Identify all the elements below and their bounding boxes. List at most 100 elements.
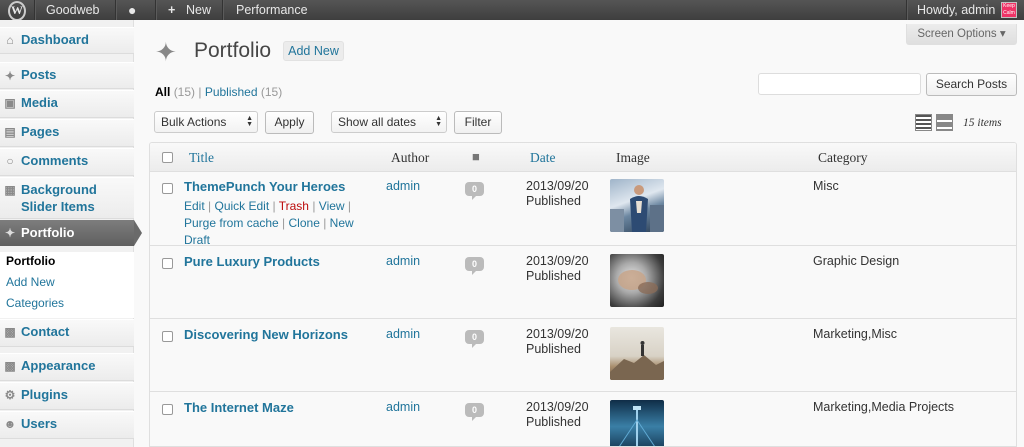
sidebar-item-portfolio[interactable]: ✦ Portfolio <box>0 220 142 246</box>
trash-link[interactable]: Trash <box>279 199 309 213</box>
post-date: 2013/09/20 Published <box>526 400 589 429</box>
sidebar-item-plugins[interactable]: ⚙ Plugins <box>0 382 134 410</box>
post-date: 2013/09/20 Published <box>526 327 589 356</box>
column-date[interactable]: Date <box>530 150 555 166</box>
submenu-item-add-new[interactable]: Add New <box>6 275 55 289</box>
excerpt-view-icon[interactable] <box>936 114 953 131</box>
quick-edit-link[interactable]: Quick Edit <box>214 199 269 213</box>
post-date: 2013/09/20 Published <box>526 179 589 208</box>
search-posts-button[interactable]: Search Posts <box>926 73 1017 96</box>
performance-link[interactable]: Performance <box>236 0 308 20</box>
search-input[interactable] <box>758 73 921 95</box>
media-icon: ▣ <box>4 96 16 110</box>
apply-button[interactable]: Apply <box>265 111 314 134</box>
sidebar-item-background-slider-items[interactable]: ▦ Background Slider Items <box>0 177 134 219</box>
edit-link[interactable]: Edit <box>184 199 205 213</box>
comment-count-icon[interactable]: 0 <box>465 403 484 421</box>
purge-cache-link[interactable]: Purge from cache <box>184 216 279 230</box>
sidebar-item-pages[interactable]: ▤ Pages <box>0 119 134 147</box>
table-row: Discovering New Horizons admin 0 2013/09… <box>150 320 1016 392</box>
sidebar-item-media[interactable]: ▣ Media <box>0 90 134 118</box>
pin-icon: ✦ <box>155 37 177 67</box>
admin-bar-divider <box>155 0 156 20</box>
row-checkbox[interactable] <box>162 258 173 269</box>
portfolio-submenu: Portfolio Add New Categories <box>0 252 134 318</box>
filter-all-link[interactable]: All <box>155 85 170 99</box>
post-category: Misc <box>813 179 839 193</box>
sidebar-item-contact[interactable]: ▩ Contact <box>0 319 134 347</box>
bulk-actions-select[interactable]: Bulk Actions ▲ ▼ <box>154 111 258 133</box>
sidebar-item-appearance[interactable]: ▩ Appearance <box>0 353 134 381</box>
page-title: Portfolio <box>194 39 272 62</box>
sidebar-item-dashboard[interactable]: ⌂ Dashboard <box>0 27 134 54</box>
view-link[interactable]: View <box>319 199 345 213</box>
post-category: Marketing,Misc <box>813 327 898 341</box>
column-title[interactable]: Title <box>189 150 214 166</box>
post-date: 2013/09/20 Published <box>526 254 589 283</box>
select-arrows-icon: ▲ ▼ <box>435 115 442 128</box>
admin-sidebar: ⌂ Dashboard ✦ Posts ▣ Media ▤ Pages ○ Co… <box>0 20 142 447</box>
comment-count-icon[interactable]: 0 <box>465 182 484 200</box>
author-link[interactable]: admin <box>386 179 420 193</box>
filter-button[interactable]: Filter <box>454 111 502 134</box>
author-link[interactable]: admin <box>386 327 420 341</box>
status-filter-links: All (15) | Published (15) <box>155 85 282 99</box>
appearance-icon: ▩ <box>4 359 16 373</box>
column-author: Author <box>391 150 430 165</box>
sidebar-item-comments[interactable]: ○ Comments <box>0 148 134 176</box>
submenu-item-categories[interactable]: Categories <box>6 296 64 310</box>
post-status: Published <box>526 415 581 429</box>
post-title-link[interactable]: The Internet Maze <box>184 400 294 415</box>
column-image: Image <box>616 150 650 165</box>
row-checkbox[interactable] <box>162 331 173 342</box>
add-new-button[interactable]: Add New <box>283 41 344 61</box>
wordpress-logo-icon[interactable]: W <box>8 1 26 21</box>
howdy-account-link[interactable]: Howdy, admin <box>917 0 995 20</box>
filter-published-link[interactable]: Published <box>205 85 258 99</box>
author-link[interactable]: admin <box>386 254 420 268</box>
new-content-link[interactable]: New <box>186 0 211 20</box>
post-category: Marketing,Media Projects <box>813 400 955 414</box>
submenu-item-portfolio[interactable]: Portfolio <box>6 254 55 268</box>
dashboard-icon: ⌂ <box>6 33 14 47</box>
pin-icon: ✦ <box>4 69 16 83</box>
portfolio-thumbnail <box>610 179 664 232</box>
row-checkbox[interactable] <box>162 404 173 415</box>
plus-icon[interactable]: + <box>168 0 175 20</box>
avatar[interactable]: Keep Calm <box>1001 2 1017 18</box>
main-content: Screen Options ▾ ✦ Portfolio Add New All… <box>135 20 1024 447</box>
admin-bar-divider <box>222 0 223 20</box>
post-title-link[interactable]: Pure Luxury Products <box>184 254 320 269</box>
contact-icon: ▩ <box>4 325 16 339</box>
sidebar-item-posts[interactable]: ✦ Posts <box>0 62 134 89</box>
row-checkbox[interactable] <box>162 183 173 194</box>
table-row: ThemePunch Your Heroes Edit | Quick Edit… <box>150 172 1016 247</box>
post-status: Published <box>526 269 581 283</box>
slider-icon: ▦ <box>4 183 16 197</box>
date-filter-select[interactable]: Show all dates ▲ ▼ <box>331 111 447 133</box>
sidebar-item-users[interactable]: ☻ Users <box>0 411 134 439</box>
portfolio-thumbnail <box>610 327 664 380</box>
comments-column-icon[interactable]: ■ <box>472 149 480 165</box>
clone-link[interactable]: Clone <box>289 216 320 230</box>
list-view-icon[interactable] <box>915 114 932 131</box>
luxury-product-image <box>618 270 658 294</box>
plugins-icon: ⚙ <box>4 388 16 402</box>
admin-bar: W Goodweb ● + New Performance Howdy, adm… <box>0 0 1024 21</box>
post-title-link[interactable]: ThemePunch Your Heroes <box>184 179 345 194</box>
table-header: Title Author ■ Date Image Category <box>150 143 1016 172</box>
comment-count-icon[interactable]: 0 <box>465 330 484 348</box>
post-status: Published <box>526 342 581 356</box>
post-title-link[interactable]: Discovering New Horizons <box>184 327 348 342</box>
author-link[interactable]: admin <box>386 400 420 414</box>
posts-table: Title Author ■ Date Image Category Theme… <box>149 142 1017 447</box>
comment-count-icon[interactable]: 0 <box>465 257 484 275</box>
pages-icon: ▤ <box>4 125 16 139</box>
select-all-checkbox[interactable] <box>162 152 173 163</box>
admin-bar-divider <box>115 0 116 20</box>
site-name-link[interactable]: Goodweb <box>46 0 100 20</box>
table-row: The Internet Maze admin 0 2013/09/20 Pub… <box>150 393 1016 446</box>
screen-options-toggle[interactable]: Screen Options ▾ <box>906 24 1017 45</box>
post-status: Published <box>526 194 581 208</box>
comments-bubble-icon[interactable]: ● <box>128 0 136 20</box>
